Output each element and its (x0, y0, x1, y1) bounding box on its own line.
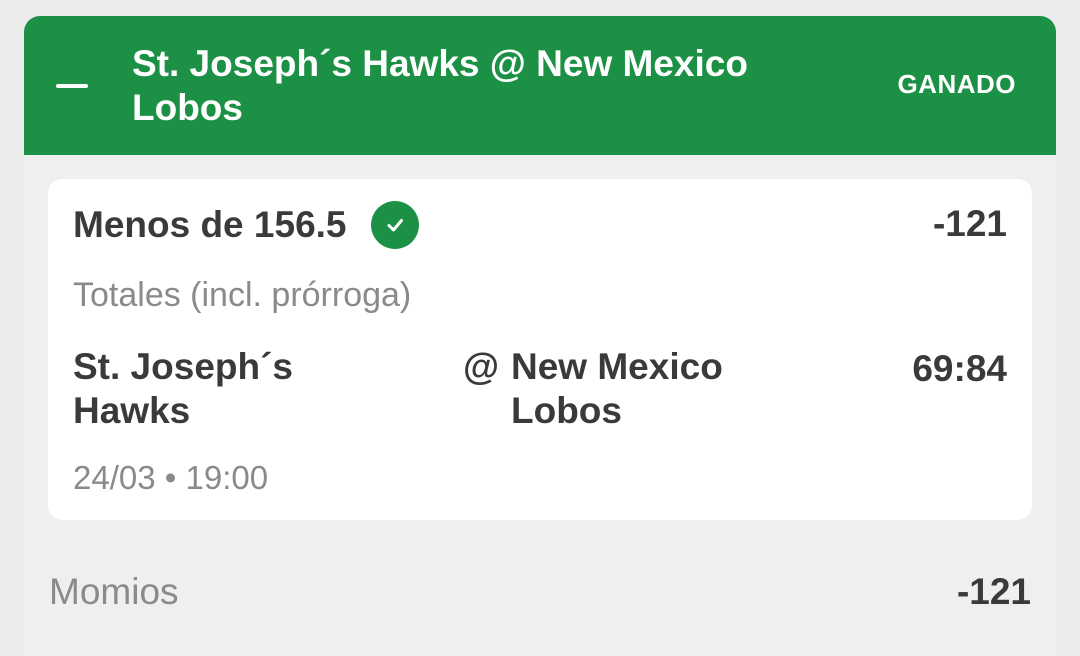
bet-selection-box: Menos de 156.5 -121 Totales (incl. prórr… (48, 179, 1032, 520)
bet-header[interactable]: St. Joseph´s Hawks @ New Mexico Lobos GA… (24, 16, 1056, 155)
away-team: New Mexico Lobos (511, 346, 723, 431)
odds-label: Momios (49, 571, 179, 612)
minus-icon[interactable] (56, 84, 88, 88)
bet-card: St. Joseph´s Hawks @ New Mexico Lobos GA… (24, 16, 1056, 656)
datetime-separator: • (164, 459, 177, 496)
event-datetime: 24/03 • 19:00 (73, 459, 268, 497)
total-odds: -121 (956, 571, 1031, 612)
selection-odds: -121 (932, 203, 1007, 244)
check-circle-icon (370, 201, 419, 249)
event-time: 19:00 (185, 459, 269, 496)
market-name: Totales (incl. prórroga) (73, 276, 412, 314)
event-title: St. Joseph´s Hawks @ New Mexico Lobos (132, 43, 748, 128)
at-separator: @ (463, 346, 500, 387)
home-team: St. Joseph´s Hawks (73, 346, 293, 431)
status-badge: GANADO (897, 69, 1016, 99)
event-date: 24/03 (73, 459, 156, 496)
selection-name: Menos de 156.5 (73, 204, 347, 245)
check-mark (387, 219, 403, 232)
selection-row: Menos de 156.5 (73, 201, 419, 249)
final-score: 69:84 (912, 348, 1007, 389)
